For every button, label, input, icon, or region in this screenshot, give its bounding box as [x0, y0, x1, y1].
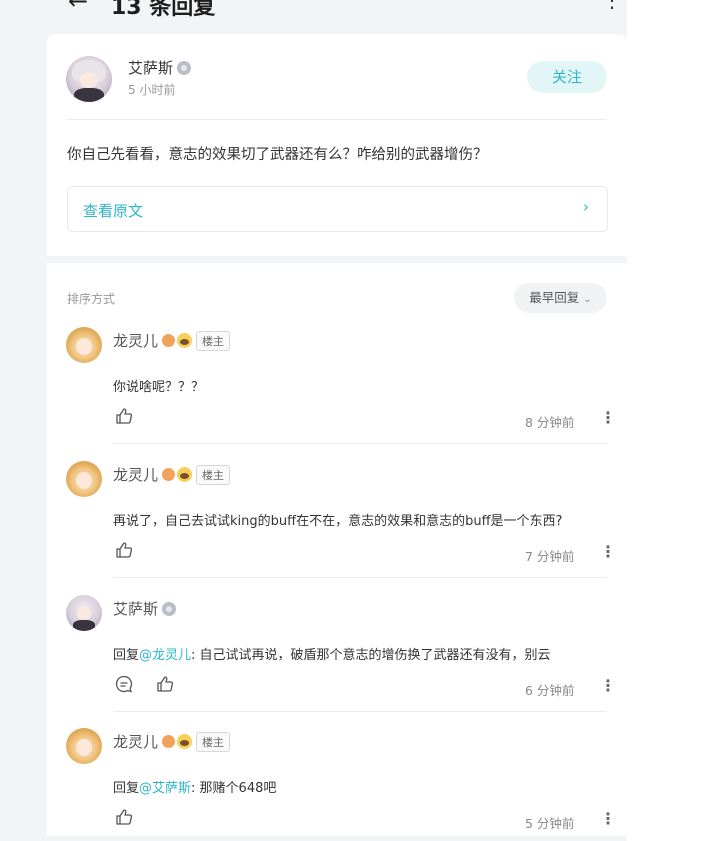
original-post-card: 艾萨斯 5 小时前 关注 你自己先看看，意志的效果切了武器还有么？咋给别的武器增…: [47, 34, 627, 256]
more-vertical-icon[interactable]: ⋮: [600, 809, 616, 828]
level-badge-icon: [177, 61, 192, 75]
chevron-right-icon: ›: [583, 198, 589, 216]
reply-text: 回复@艾萨斯: 那赌个648吧: [113, 777, 276, 796]
replies-card: 排序方式 最早回复 ⌄ 龙灵儿 楼主 你说啥呢？？？ 8 分钟前 ⋮ 龙灵儿 楼主 …: [47, 263, 627, 841]
medal-icon: [162, 334, 176, 347]
author-name: 龙灵儿: [113, 466, 159, 484]
divider: [113, 443, 607, 444]
sort-current: 最早回复: [529, 290, 580, 305]
reply-body: 再说了，自己去试试king的buff在不在，意志的效果和意志的buff是一个东西…: [113, 514, 563, 529]
mention-link[interactable]: @龙灵儿: [139, 648, 191, 663]
thumbs-up-icon[interactable]: [114, 540, 134, 560]
comment-icon[interactable]: [114, 674, 134, 694]
more-vertical-icon[interactable]: ⋮: [600, 542, 616, 561]
arrow-left-icon[interactable]: ←: [68, 0, 88, 15]
thumbs-up-icon[interactable]: [155, 674, 175, 694]
avatar[interactable]: [66, 728, 102, 764]
mention-link[interactable]: @艾萨斯: [139, 781, 191, 796]
reply-time: 7 分钟前: [525, 549, 575, 564]
right-pane-blank: [627, 0, 720, 841]
reply-prefix: 回复: [113, 648, 140, 663]
reply-time: 6 分钟前: [525, 683, 575, 698]
reply-prefix: 回复: [113, 781, 140, 796]
medal-icon: [162, 468, 176, 481]
author-name: 龙灵儿: [113, 332, 159, 350]
reply-body: : 那赌个648吧: [191, 781, 277, 796]
medal-icon: [162, 735, 176, 748]
op-tag: 楼主: [196, 732, 231, 752]
character-badge-icon: [177, 333, 193, 348]
post-text: 你自己先看看，意志的效果切了武器还有么？咋给别的武器增伤？: [67, 147, 488, 163]
reply-author[interactable]: 龙灵儿 楼主: [113, 464, 231, 485]
page-title: 13 条回复: [111, 0, 216, 20]
avatar[interactable]: [66, 461, 102, 497]
thumbs-up-icon[interactable]: [114, 406, 134, 426]
divider: [67, 119, 607, 120]
thumbs-up-icon[interactable]: [114, 807, 134, 827]
author-name: 艾萨斯: [128, 59, 174, 77]
divider: [113, 577, 607, 578]
reply-text: 再说了，自己去试试king的buff在不在，意志的效果和意志的buff是一个东西…: [113, 510, 562, 529]
divider: [113, 711, 607, 712]
more-vertical-icon[interactable]: ⋮: [600, 676, 616, 695]
character-badge-icon: [177, 467, 193, 482]
reply-time: 5 分钟前: [525, 816, 575, 831]
sort-label: 排序方式: [67, 292, 116, 306]
view-original-button[interactable]: 查看原文 ›: [67, 186, 608, 232]
reply-time: 8 分钟前: [525, 415, 575, 430]
reply-text: 回复@龙灵儿: 自己试试再说，破盾那个意志的增伤换了武器还有没有，别云: [113, 644, 551, 663]
post-author[interactable]: 艾萨斯: [128, 57, 192, 78]
author-name: 艾萨斯: [113, 600, 159, 618]
chevron-down-icon: ⌄: [583, 294, 592, 305]
avatar[interactable]: [66, 56, 112, 102]
sort-dropdown[interactable]: 最早回复 ⌄: [514, 283, 607, 313]
view-original-label: 查看原文: [83, 202, 144, 220]
bottom-gap: [47, 836, 627, 841]
op-tag: 楼主: [196, 465, 231, 485]
reply-author[interactable]: 龙灵儿 楼主: [113, 731, 231, 752]
author-name: 龙灵儿: [113, 733, 159, 751]
reply-text: 你说啥呢？？？: [113, 376, 204, 395]
character-badge-icon: [177, 734, 193, 749]
post-time: 5 小时前: [128, 83, 176, 97]
level-badge-icon: [162, 602, 177, 616]
op-tag: 楼主: [196, 331, 231, 351]
header: ← 13 条回复 ⋮: [0, 0, 627, 36]
more-vertical-icon[interactable]: ⋮: [602, 0, 622, 12]
avatar[interactable]: [66, 595, 102, 631]
reply-body: 你说啥呢？？？: [113, 380, 205, 395]
more-vertical-icon[interactable]: ⋮: [600, 408, 616, 427]
reply-body: : 自己试试再说，破盾那个意志的增伤换了武器还有没有，别云: [191, 648, 551, 663]
follow-button[interactable]: 关注: [527, 61, 607, 93]
reply-author[interactable]: 艾萨斯: [113, 598, 177, 619]
reply-author[interactable]: 龙灵儿 楼主: [113, 330, 231, 351]
avatar[interactable]: [66, 327, 102, 363]
